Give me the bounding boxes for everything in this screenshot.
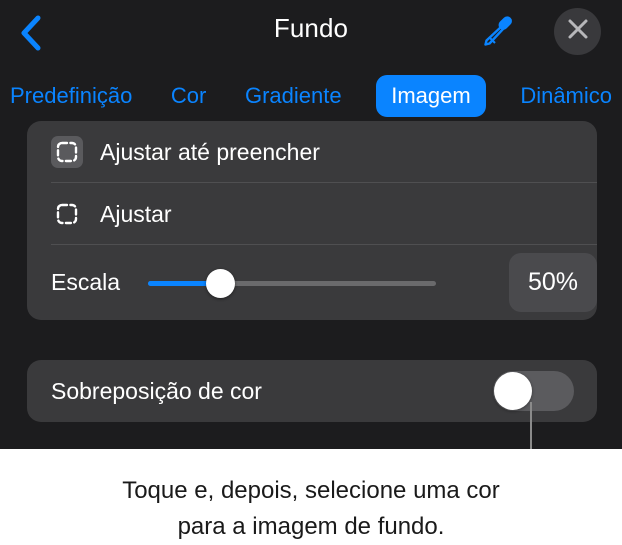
close-icon xyxy=(566,17,590,46)
tab-predefinicao[interactable]: Predefinição xyxy=(6,75,136,117)
slider-knob[interactable] xyxy=(206,268,236,298)
option-label: Ajustar até preencher xyxy=(100,138,320,165)
option-label: Ajustar xyxy=(100,200,172,227)
color-overlay-label: Sobreposição de cor xyxy=(51,377,262,404)
tab-gradiente[interactable]: Gradiente xyxy=(241,75,346,117)
color-overlay-card: Sobreposição de cor xyxy=(27,360,597,422)
fill-type-tabbar: Predefinição Cor Gradiente Imagem Dinâmi… xyxy=(0,72,622,120)
popover-header: Fundo xyxy=(0,0,622,66)
tab-dinamico[interactable]: Dinâmico xyxy=(516,75,616,117)
scale-row: Escala 50% xyxy=(27,245,597,320)
scale-label: Escala xyxy=(51,269,121,295)
fit-fill-icon xyxy=(51,136,83,168)
scale-value-field[interactable]: 50% xyxy=(509,253,597,312)
image-options-card: Ajustar até preencher Ajustar Escala 50% xyxy=(27,121,597,320)
close-button[interactable] xyxy=(554,8,601,55)
caption-line-1: Toque e, depois, selecione uma cor xyxy=(122,477,500,504)
page-title: Fundo xyxy=(273,13,349,43)
eyedropper-button[interactable] xyxy=(472,9,522,57)
option-row-ajustar[interactable]: Ajustar xyxy=(27,183,597,245)
eyedropper-icon xyxy=(479,13,515,54)
toggle-knob[interactable] xyxy=(494,372,532,410)
screenshot-root: Fundo Predefinição Cor Gradiente Imagem … xyxy=(0,0,622,545)
tab-cor[interactable]: Cor xyxy=(167,75,210,117)
fit-icon xyxy=(51,198,83,230)
option-row-ajustar-ate-preencher[interactable]: Ajustar até preencher xyxy=(27,121,597,183)
tab-imagem[interactable]: Imagem xyxy=(376,75,486,117)
color-overlay-row: Sobreposição de cor xyxy=(27,360,597,422)
caption-line-2: para a imagem de fundo. xyxy=(177,513,445,540)
caption: Toque e, depois, selecione uma cor para … xyxy=(0,449,622,545)
color-overlay-toggle[interactable] xyxy=(493,371,574,411)
background-settings-popover: Fundo Predefinição Cor Gradiente Imagem … xyxy=(0,0,622,449)
scale-slider[interactable] xyxy=(148,268,437,298)
